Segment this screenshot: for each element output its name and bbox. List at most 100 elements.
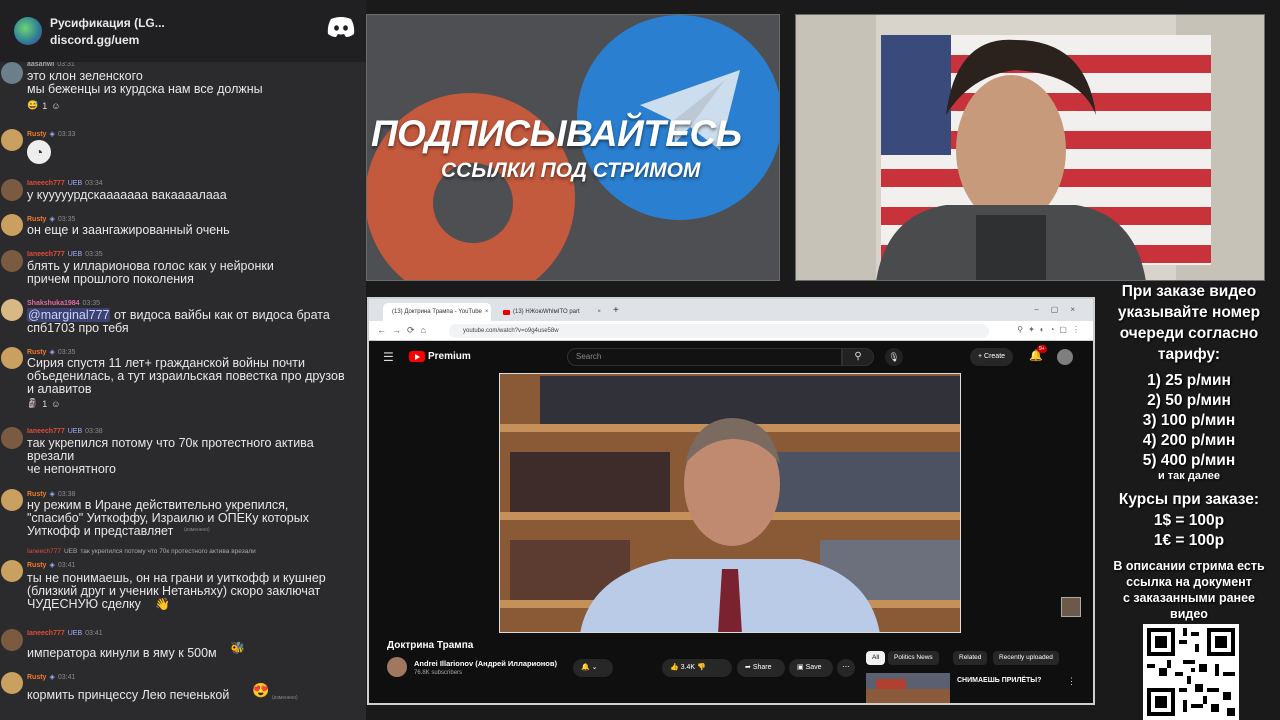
url-input[interactable]: youtube.com/watch?v=o9g4use58w bbox=[449, 324, 989, 338]
message-text: это клон зеленского мы беженцы из курдск… bbox=[27, 69, 263, 96]
discord-icon bbox=[327, 17, 355, 37]
avatar bbox=[1, 179, 23, 201]
youtube-premium-logo[interactable]: Premium bbox=[409, 351, 471, 362]
search-icon[interactable]: ⚲ bbox=[842, 348, 874, 366]
message-header: Rusty ◈ 03:38 bbox=[27, 490, 76, 499]
message-header: Rusty ◈ 03:41 bbox=[27, 561, 75, 570]
message-text: ну режим в Иране действительно укрепился… bbox=[27, 498, 309, 538]
bell-icon: 🔔 bbox=[581, 664, 590, 671]
intro-line: очереди согласно bbox=[1119, 325, 1259, 342]
tab-youtube-second[interactable]: (13) НЖоюWhIмITO part × bbox=[497, 303, 605, 321]
chat-message: Ianeech777 UEB так укрепился потому что … bbox=[0, 548, 366, 620]
timestamp: 03:38 bbox=[57, 490, 76, 498]
channel-name[interactable]: Andrei Illarionov (Андрей Илларионов) bbox=[414, 659, 557, 668]
chat-message: Rusty ◈ 03:33 ◔ bbox=[0, 129, 366, 169]
chip-all[interactable]: All bbox=[866, 651, 886, 665]
message-text: ты не понимаешь, он на грани и уиткофф и… bbox=[27, 571, 326, 611]
badge-label: UEB bbox=[67, 180, 83, 187]
video-player[interactable] bbox=[499, 373, 961, 633]
timestamp: 03:34 bbox=[85, 180, 103, 187]
badge-icon: ◈ bbox=[49, 491, 55, 498]
discord-invite-banner[interactable]: Русификация (LG... discord.gg/uem bbox=[0, 0, 366, 62]
edited-label: (изменено) bbox=[272, 695, 298, 701]
extensions-toolbar[interactable]: ⚲✦◐◔▢⋮ bbox=[1017, 325, 1085, 334]
timestamp: 03:41 bbox=[57, 673, 76, 681]
create-button[interactable]: + Create bbox=[970, 348, 1014, 366]
message-header: Ianeech777 UEB 03:38 bbox=[27, 428, 103, 435]
avatar bbox=[1, 129, 23, 151]
monocle-face-icon: ◔ bbox=[27, 140, 51, 164]
like-dislike-button[interactable]: 👍 3.4K 👎 bbox=[662, 659, 732, 677]
message-header: Rusty ◈ 03:41 bbox=[27, 673, 76, 682]
message-header: Rusty ◈ 03:33 bbox=[27, 130, 75, 139]
username: aasanwi bbox=[27, 61, 55, 68]
chat-message: Rusty ◈ 03:35 Сирия спустя 11 лет+ гражд… bbox=[0, 347, 366, 413]
share-button[interactable]: ➦ Share bbox=[737, 659, 785, 677]
reply-text: так укрепился потому что 70к протестного… bbox=[80, 548, 256, 555]
reaction[interactable]: 🗿 1 ☺ bbox=[27, 398, 60, 409]
outro-line: В описании стрима есть bbox=[1113, 559, 1265, 573]
username: Rusty bbox=[27, 561, 47, 569]
reaction[interactable]: 😅 1 ☺ bbox=[27, 100, 60, 111]
chip-politics-news[interactable]: Politics News bbox=[888, 651, 939, 665]
thumbs-down-icon: 👎 bbox=[697, 664, 706, 671]
add-reaction-icon[interactable]: ☺ bbox=[51, 101, 60, 111]
side-thumbnail[interactable] bbox=[1061, 597, 1081, 617]
user-mention[interactable]: @marginal777 bbox=[27, 308, 111, 322]
username: Ianeech777 bbox=[27, 428, 65, 435]
chat-message: Ianeech777 UEB 03:35 блять у илларионова… bbox=[0, 250, 366, 290]
add-reaction-icon[interactable]: ☺ bbox=[51, 399, 60, 409]
chat-message: aasanwi 03:31 это клон зеленского мы беж… bbox=[0, 60, 366, 116]
more-options-icon[interactable]: ⋮ bbox=[1067, 676, 1076, 687]
tab-youtube-active[interactable]: (13) Доктрина Трампа - YouTube × bbox=[383, 303, 491, 321]
window-controls[interactable]: –▢× bbox=[1034, 305, 1087, 314]
recommended-title[interactable]: СНИМАЕШЬ ПРИЛЁТЫ? bbox=[957, 677, 1041, 684]
message-header: Shakshuka1984 03:35 bbox=[27, 300, 100, 307]
message-header: aasanwi 03:31 bbox=[27, 61, 75, 68]
tab-bar: (13) Доктрина Трампа - YouTube × (13) НЖ… bbox=[369, 299, 1093, 321]
invite-link[interactable]: discord.gg/uem bbox=[50, 33, 165, 47]
hamburger-menu-icon[interactable]: ☰ bbox=[383, 350, 394, 364]
account-avatar[interactable] bbox=[1057, 349, 1073, 365]
search-input[interactable]: Search bbox=[567, 348, 842, 366]
intro-line: При заказе видео bbox=[1121, 283, 1257, 300]
close-tab-icon[interactable]: × bbox=[485, 309, 491, 315]
badge-label: UEB bbox=[67, 630, 83, 637]
outro-line: с заказанными ранее bbox=[1122, 591, 1255, 605]
more-actions-icon[interactable]: ⋯ bbox=[837, 659, 855, 677]
timestamp: 03:41 bbox=[85, 630, 103, 637]
badge-icon: ◈ bbox=[49, 562, 55, 569]
message-text: @marginal777 от видоса вайбы как от видо… bbox=[27, 308, 330, 335]
microphone-icon[interactable]: 🎙 bbox=[885, 348, 903, 366]
save-button[interactable]: ▣ Save bbox=[789, 659, 833, 677]
message-text: императора кинули в яму к 500м bbox=[27, 646, 217, 660]
subscription-bell-button[interactable]: 🔔 ⌄ bbox=[573, 659, 613, 677]
reply-preview[interactable]: Ianeech777 UEB так укрепился потому что … bbox=[27, 548, 256, 555]
navigation-buttons[interactable]: ←→⟳⌂ bbox=[377, 325, 432, 336]
rates-title: Курсы при заказе: bbox=[1118, 491, 1260, 508]
etc-note: и так далее bbox=[1157, 470, 1221, 482]
avatar bbox=[1, 489, 23, 511]
chat-message: Rusty ◈ 03:38 ну режим в Иране действите… bbox=[0, 489, 366, 541]
rate-line: 1$ = 100р bbox=[1153, 512, 1225, 529]
reaction-count: 1 bbox=[42, 398, 48, 409]
chat-message: Rusty ◈ 03:35 он еще и заангажированный … bbox=[0, 214, 366, 240]
youtube-play-icon bbox=[409, 351, 425, 362]
chip-related[interactable]: Related bbox=[953, 651, 988, 665]
message-text: у кууууурдскааааааа вакаааалааа bbox=[27, 188, 227, 202]
message-header: Rusty ◈ 03:35 bbox=[27, 348, 75, 357]
message-text: кормить принцессу Лею печенькой bbox=[27, 688, 230, 702]
reply-badge: UEB bbox=[63, 548, 78, 555]
recommended-thumbnail[interactable] bbox=[866, 673, 950, 703]
username: Ianeech777 bbox=[27, 251, 65, 258]
channel-avatar[interactable] bbox=[387, 657, 407, 677]
share-icon: ➦ bbox=[745, 664, 751, 671]
username: Ianeech777 bbox=[27, 180, 65, 187]
tab-title: (13) НЖоюWhIмITO part bbox=[513, 309, 580, 315]
avatar bbox=[1, 62, 23, 84]
video-title: Доктрина Трампа bbox=[387, 640, 474, 651]
close-tab-icon[interactable]: × bbox=[597, 309, 605, 315]
new-tab-button[interactable]: + bbox=[613, 305, 619, 316]
chip-recently-uploaded[interactable]: Recently uploaded bbox=[993, 651, 1059, 665]
youtube-header: ☰ Premium Search ⚲ 🎙 + Create 🔔 9+ bbox=[369, 341, 1093, 373]
